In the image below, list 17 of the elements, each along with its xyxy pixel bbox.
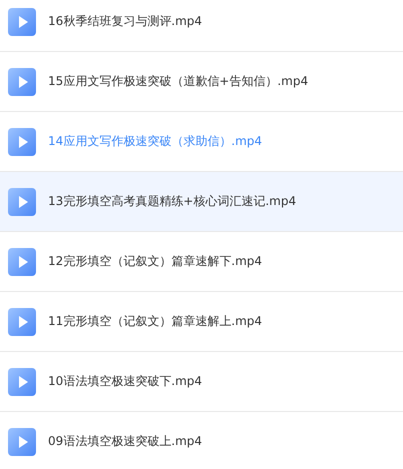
file-name: 12完形填空（记叙文）篇章速解下.mp4 xyxy=(48,253,262,270)
video-play-icon xyxy=(8,248,36,276)
file-name: 10语法填空极速突破下.mp4 xyxy=(48,373,202,390)
file-row[interactable]: 13完形填空高考真题精练+核心词汇速记.mp4 xyxy=(0,172,403,232)
video-play-icon xyxy=(8,8,36,36)
video-play-icon xyxy=(8,68,36,96)
file-name: 14应用文写作极速突破（求助信）.mp4 xyxy=(48,133,262,150)
file-name: 11完形填空（记叙文）篇章速解上.mp4 xyxy=(48,313,262,330)
file-name: 16秋季结班复习与测评.mp4 xyxy=(48,13,202,30)
video-play-icon xyxy=(8,188,36,216)
file-name: 09语法填空极速突破上.mp4 xyxy=(48,433,202,450)
video-play-icon xyxy=(8,128,36,156)
file-name: 13完形填空高考真题精练+核心词汇速记.mp4 xyxy=(48,193,296,210)
video-play-icon xyxy=(8,428,36,456)
video-play-icon xyxy=(8,368,36,396)
file-name: 15应用文写作极速突破（道歉信+告知信）.mp4 xyxy=(48,73,308,90)
video-play-icon xyxy=(8,308,36,336)
